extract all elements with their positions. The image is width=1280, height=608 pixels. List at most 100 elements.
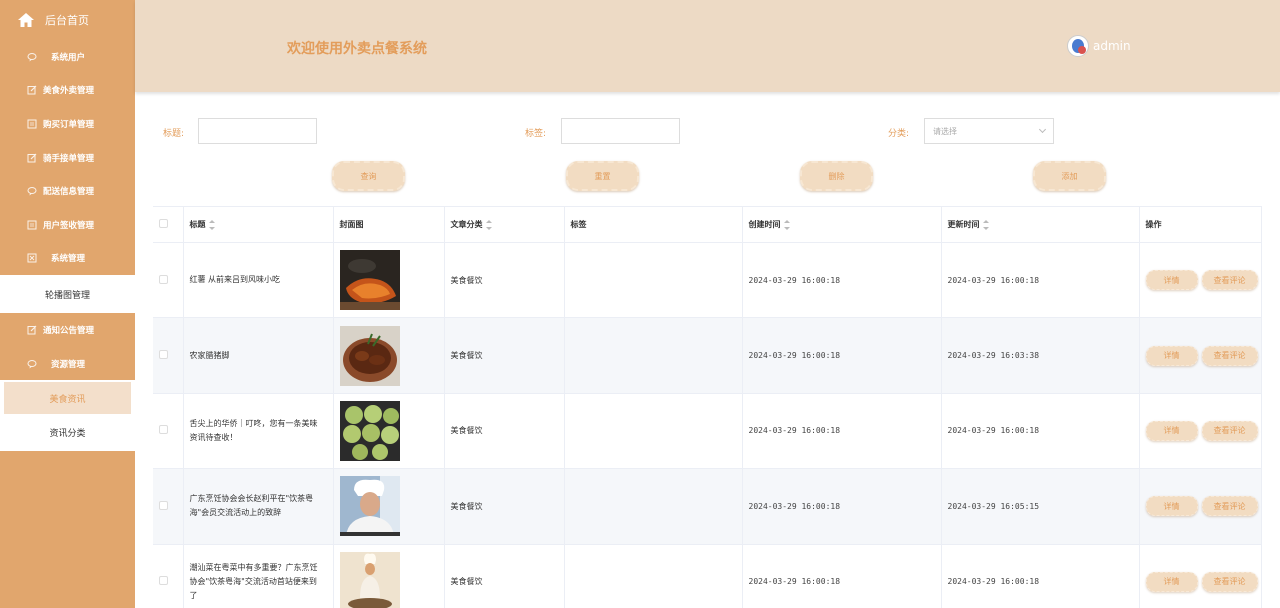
chat-bubble-icon [27, 187, 37, 196]
sort-icon[interactable] [982, 219, 989, 230]
sidebar-item-label: 美食外卖管理 [43, 86, 95, 97]
view-comments-button[interactable]: 查看评论 [1201, 571, 1258, 592]
col-title[interactable]: 标题 [183, 206, 334, 243]
row-tag [564, 317, 743, 394]
row-cover-cell [333, 242, 445, 319]
row-checkbox[interactable] [159, 500, 168, 510]
row-cover-cell [333, 317, 445, 394]
sidebar-subitem-food-news[interactable]: 美食资讯 [4, 382, 131, 415]
row-ops: 详情 查看评论 [1139, 468, 1262, 545]
row-checkbox[interactable] [159, 576, 168, 586]
row-title: 红薯 从前来吕到风味小吃 [183, 242, 334, 319]
row-select-cell [153, 468, 184, 545]
sidebar-item-delivery-info[interactable]: 配送信息管理 [0, 174, 135, 208]
cover-image-pork-knuckle[interactable] [339, 325, 400, 386]
sidebar-subitem-news-category[interactable]: 资讯分类 [4, 416, 131, 449]
row-updated: 2024-03-29 16:00:18 [941, 393, 1140, 470]
detail-button[interactable]: 详情 [1145, 345, 1198, 366]
add-button[interactable]: 添加 [1033, 161, 1106, 191]
table-row[interactable]: 红薯 从前来吕到风味小吃 美食餐饮 2024-03-29 16:00:18 20… [153, 242, 1262, 319]
row-select-cell [153, 242, 184, 319]
col-updated[interactable]: 更新时间 [941, 206, 1140, 243]
view-comments-button[interactable]: 查看评论 [1201, 345, 1258, 366]
detail-button[interactable]: 详情 [1145, 270, 1198, 291]
row-tag [564, 242, 743, 319]
row-created: 2024-03-29 16:00:18 [742, 393, 942, 470]
row-ops: 详情 查看评论 [1139, 242, 1262, 319]
sidebar-home-label: 后台首页 [45, 14, 89, 27]
row-category: 美食餐饮 [444, 468, 565, 545]
sidebar-item-system-users[interactable]: 系统用户 [0, 40, 135, 74]
sidebar-subitem-carousel[interactable]: 轮播图管理 [4, 278, 131, 311]
sidebar-item-system-admin[interactable]: 系统管理 [0, 242, 135, 276]
table-row[interactable]: 舌尖上的华侨｜叮咚，您有一条美味资讯待查收！ 美食餐饮 2024-03-29 1… [153, 393, 1262, 470]
cover-image-green-cakes[interactable] [339, 400, 400, 461]
row-checkbox[interactable] [159, 350, 168, 360]
query-button[interactable]: 查询 [332, 161, 405, 191]
category-select[interactable]: 请选择 [924, 118, 1054, 144]
title-input[interactable] [198, 118, 317, 144]
col-title-label: 标题 [189, 220, 206, 229]
sort-icon[interactable] [783, 219, 790, 230]
chat-bubble-icon [27, 359, 37, 369]
sidebar: 后台首页 系统用户 美食外卖管理 购买订单管理 骑手接单管理 配送信息管理 用户… [0, 0, 135, 608]
row-select-cell [153, 317, 184, 394]
row-updated: 2024-03-29 16:00:18 [941, 242, 1140, 319]
row-ops: 详情 查看评论 [1139, 317, 1262, 394]
detail-button[interactable]: 详情 [1145, 496, 1198, 517]
view-comments-button[interactable]: 查看评论 [1201, 420, 1258, 441]
sort-icon[interactable] [485, 219, 492, 230]
sidebar-item-notice[interactable]: 通知公告管理 [0, 313, 135, 347]
sidebar-item-food-delivery[interactable]: 美食外卖管理 [0, 74, 135, 108]
sidebar-item-label: 资源管理 [51, 359, 86, 370]
tag-input[interactable] [561, 118, 680, 144]
row-checkbox[interactable] [159, 425, 168, 435]
table-row[interactable]: 农家腊猪脚 美食餐饮 2024-03-29 16:00:18 2024-03-2… [153, 317, 1262, 394]
row-ops: 详情 查看评论 [1139, 393, 1262, 470]
view-comments-button[interactable]: 查看评论 [1201, 496, 1258, 517]
sort-icon[interactable] [208, 219, 215, 230]
row-category: 美食餐饮 [444, 544, 565, 608]
chevron-down-icon [1038, 125, 1047, 134]
row-created: 2024-03-29 16:00:18 [742, 544, 942, 608]
table-row[interactable]: 广东烹饪协会会长赵利平在"饮茶粤海"会员交流活动上的致辞 美食餐饮 2024-0… [153, 468, 1262, 545]
col-category[interactable]: 文章分类 [444, 206, 565, 243]
home-icon [18, 13, 34, 27]
row-title: 农家腊猪脚 [183, 317, 334, 394]
document-icon [27, 220, 37, 230]
chat-bubble-icon [27, 52, 37, 62]
row-category: 美食餐饮 [444, 393, 565, 470]
edit-icon [27, 85, 37, 95]
cover-image-chef-portrait[interactable] [339, 476, 400, 537]
sidebar-home[interactable]: 后台首页 [0, 0, 135, 40]
search-bar: 标题: 标签: 分类: 请选择 [0, 118, 1280, 146]
sidebar-item-user-signoff[interactable]: 用户签收管理 [0, 208, 135, 242]
cover-image-sweet-potato[interactable] [339, 250, 400, 311]
row-tag [564, 468, 743, 545]
news-table: 标题 封面图 文章分类 标签 创建时间 更新时间 操作 红薯 从前来吕到风味小吃 [153, 206, 1262, 608]
row-category: 美食餐饮 [444, 242, 565, 319]
cover-image-chef-figure[interactable] [339, 551, 400, 608]
sidebar-item-resources[interactable]: 资源管理 [0, 347, 135, 381]
row-title: 广东烹饪协会会长赵利平在"饮茶粤海"会员交流活动上的致辞 [183, 468, 334, 545]
table-row[interactable]: 潮汕菜在粤菜中有多重要？广东烹饪协会"饮茶粤海"交流活动首站便来到了 美食餐饮 … [153, 544, 1262, 608]
reset-button[interactable]: 重置 [566, 161, 639, 191]
detail-button[interactable]: 详情 [1145, 420, 1198, 441]
sidebar-item-label: 用户签收管理 [43, 220, 95, 231]
row-ops: 详情 查看评论 [1139, 544, 1262, 608]
sidebar-item-label: 系统用户 [51, 52, 86, 63]
select-all-checkbox[interactable] [159, 219, 168, 228]
row-created: 2024-03-29 16:00:18 [742, 468, 942, 545]
user-menu[interactable]: admin [1067, 35, 1131, 57]
title-label: 标题: [163, 129, 185, 139]
detail-button[interactable]: 详情 [1145, 571, 1198, 592]
col-created[interactable]: 创建时间 [742, 206, 942, 243]
row-checkbox[interactable] [159, 274, 168, 284]
row-select-cell [153, 393, 184, 470]
tag-label: 标签: [525, 129, 547, 139]
edit-icon [27, 325, 37, 335]
delete-button[interactable]: 删除 [800, 161, 873, 191]
row-tag [564, 393, 743, 470]
view-comments-button[interactable]: 查看评论 [1201, 270, 1258, 291]
username: admin [1093, 39, 1131, 53]
